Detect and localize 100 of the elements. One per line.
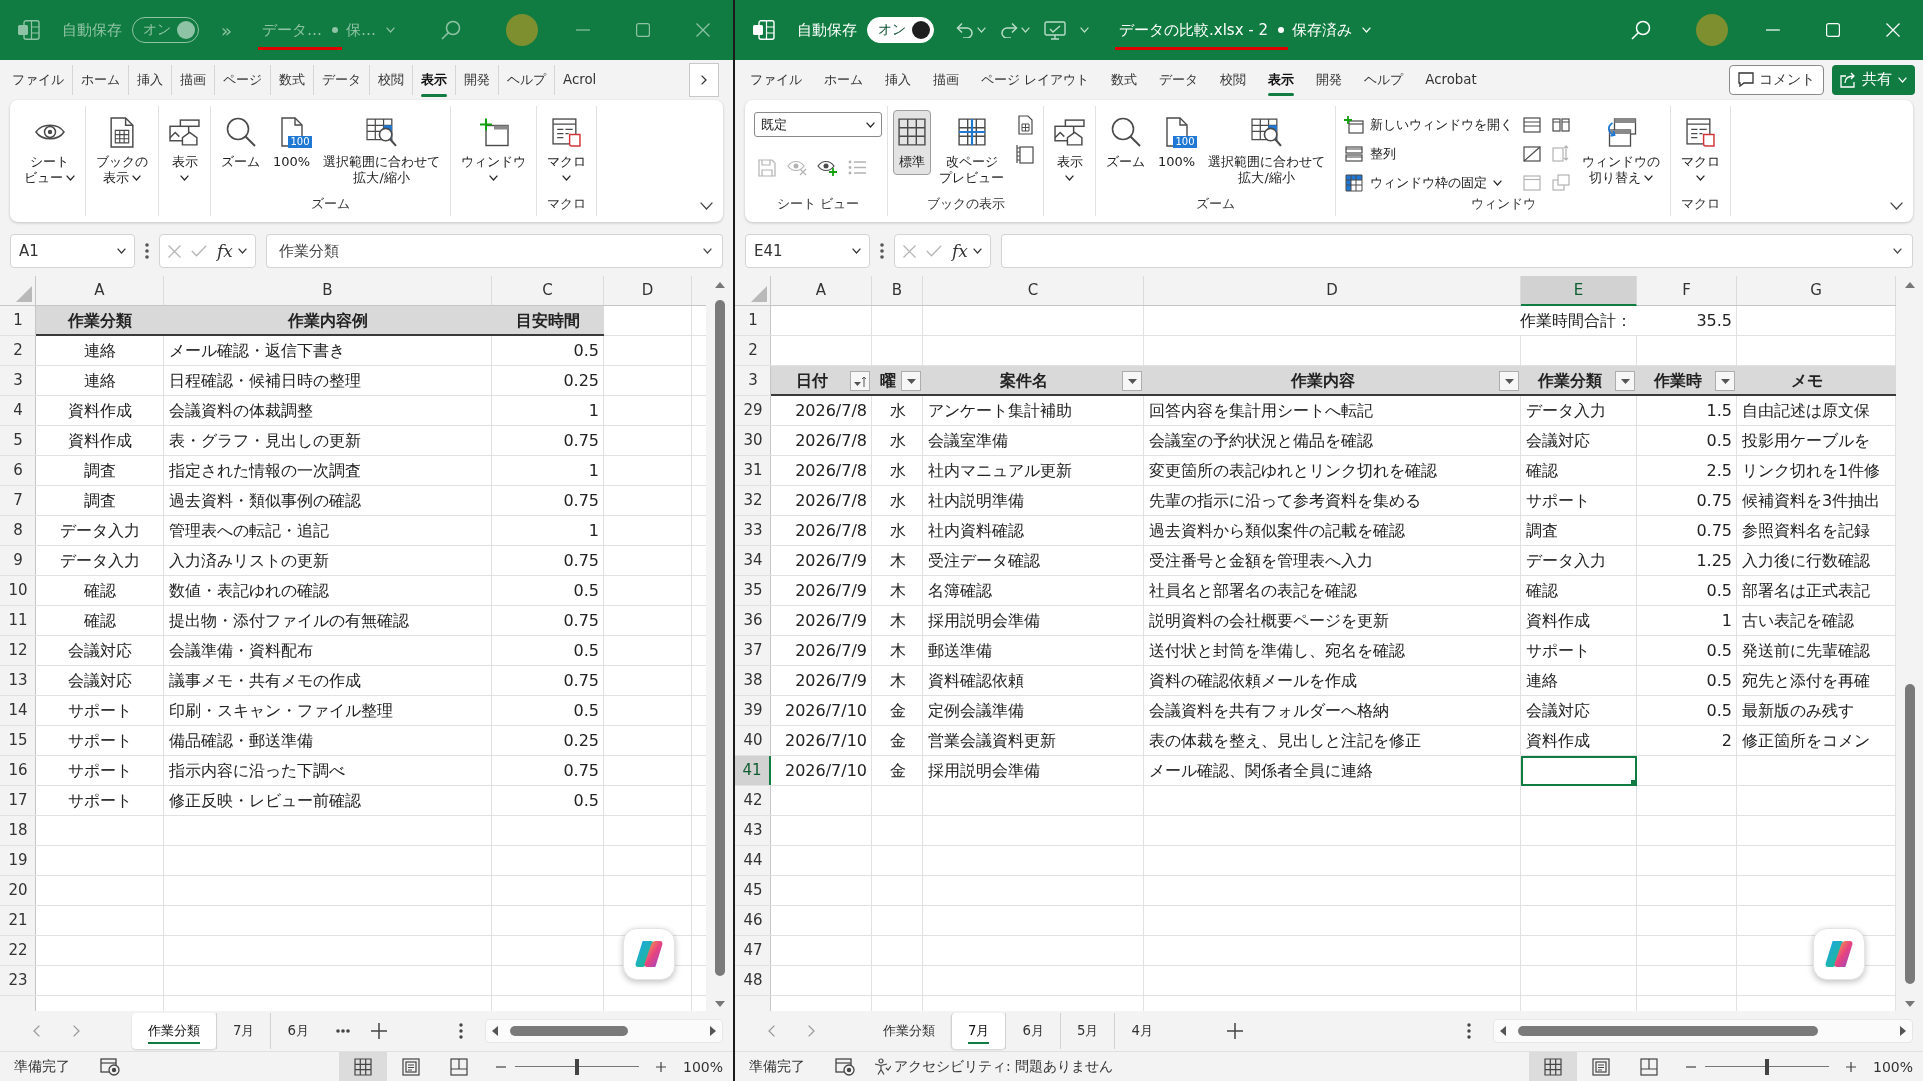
ribbon-button[interactable]: 標準 — [893, 110, 931, 175]
ribbon-button[interactable]: 改ページ プレビュー — [934, 110, 1009, 191]
column-header[interactable]: B — [872, 276, 923, 305]
filter-button[interactable] — [850, 371, 870, 391]
ribbon-tab[interactable]: 描画 — [922, 60, 970, 99]
row-header[interactable]: 5 — [0, 426, 36, 455]
ribbon-tab[interactable]: 挿入 — [874, 60, 922, 99]
scroll-left-arrow-icon[interactable] — [1500, 1026, 1506, 1036]
row-header[interactable]: 34 — [735, 546, 771, 575]
row-header[interactable]: 42 — [735, 786, 771, 815]
ribbon-button[interactable]: ズーム — [1101, 110, 1150, 175]
row-header[interactable]: 43 — [735, 816, 771, 845]
row-header[interactable]: 30 — [735, 426, 771, 455]
row-header[interactable]: 31 — [735, 456, 771, 485]
cancel-button[interactable] — [903, 244, 916, 258]
filter-button[interactable] — [1499, 371, 1519, 391]
row-header[interactable]: 21 — [0, 906, 36, 935]
row-header[interactable]: 20 — [0, 876, 36, 905]
row-header[interactable]: 17 — [0, 786, 36, 815]
ribbon-tab[interactable]: ファイル — [739, 60, 813, 99]
ribbon-button[interactable]: 表示 — [164, 110, 205, 186]
row-header[interactable]: 39 — [735, 696, 771, 725]
view-select[interactable]: 既定 — [754, 112, 882, 137]
comment-button[interactable]: コメント — [1729, 64, 1824, 95]
row-header[interactable]: 46 — [735, 906, 771, 935]
scroll-thumb[interactable] — [714, 300, 725, 976]
column-header[interactable]: B — [164, 276, 492, 305]
name-box[interactable]: E41 — [745, 234, 870, 268]
filter-button[interactable] — [901, 371, 921, 391]
row-header[interactable]: 19 — [0, 846, 36, 875]
scroll-right-arrow-icon[interactable] — [710, 1026, 716, 1036]
ribbon-tab[interactable]: 校閲 — [1209, 60, 1258, 99]
scroll-up-arrow-icon[interactable] — [1904, 282, 1915, 288]
row-header[interactable]: 1 — [735, 306, 771, 335]
row-header[interactable]: 32 — [735, 486, 771, 515]
ribbon-button[interactable]: 選択範囲に合わせて 拡大/縮小 — [318, 110, 446, 191]
row-header[interactable]: 14 — [0, 696, 36, 725]
insert-function-button[interactable]: fx — [952, 241, 982, 261]
ribbon-button[interactable]: ブックの 表示 — [91, 110, 153, 191]
row-header[interactable]: 45 — [735, 876, 771, 905]
ribbon-small-button[interactable]: 新しいウィンドウを開く — [1341, 112, 1517, 137]
filter-button[interactable] — [1615, 371, 1635, 391]
row-header[interactable]: 37 — [735, 636, 771, 665]
customize-toolbar-button[interactable] — [1080, 27, 1089, 33]
floating-assistant-button[interactable] — [623, 928, 675, 980]
ribbon-tab[interactable]: 表示 — [1257, 60, 1306, 99]
sheet-tab[interactable]: 6月 — [1005, 1013, 1060, 1049]
ribbon-tab[interactable]: データ — [1148, 60, 1210, 99]
view-button[interactable] — [1528, 1052, 1577, 1081]
column-header[interactable]: D — [604, 276, 692, 305]
ribbon-tab[interactable]: Acrobat — [1414, 60, 1488, 99]
share-button[interactable]: 共有 — [1832, 64, 1915, 95]
slider-thumb[interactable] — [1764, 1058, 1769, 1075]
filter-button[interactable] — [1715, 371, 1735, 391]
ribbon-tab[interactable]: ホーム — [813, 60, 874, 99]
collapse-ribbon-button[interactable] — [1890, 202, 1903, 210]
slider-thumb[interactable] — [574, 1058, 579, 1075]
scroll-right-arrow-icon[interactable] — [1900, 1026, 1906, 1036]
row-header[interactable]: 40 — [735, 726, 771, 755]
row-header[interactable]: 48 — [735, 966, 771, 995]
column-header[interactable]: E — [1521, 276, 1637, 306]
column-header[interactable]: C — [923, 276, 1144, 305]
horizontal-scrollbar[interactable] — [1493, 1019, 1913, 1043]
column-header[interactable]: A — [36, 276, 164, 305]
scroll-left-arrow-icon[interactable] — [492, 1026, 498, 1036]
toggle-switch[interactable]: オン — [867, 17, 934, 43]
ribbon-button[interactable]: 表示 — [1049, 110, 1090, 186]
row-header[interactable]: 11 — [0, 606, 36, 635]
touch-mode-button[interactable] — [1044, 20, 1066, 40]
row-header[interactable]: 13 — [0, 666, 36, 695]
row-header[interactable]: 7 — [0, 486, 36, 515]
accessibility-button[interactable]: アクセシビリティ: 問題ありません — [873, 1057, 1114, 1076]
ribbon-tab[interactable]: ページ レイアウト — [970, 60, 1101, 99]
scroll-down-arrow-icon[interactable] — [1904, 1001, 1915, 1007]
ribbon-button[interactable]: 100 100% — [268, 110, 316, 175]
row-header[interactable]: 22 — [0, 936, 36, 965]
row-header[interactable]: 12 — [0, 636, 36, 665]
row-header[interactable]: 1 — [0, 306, 36, 335]
ribbon-button[interactable]: シート ビュー — [19, 110, 80, 191]
row-header[interactable]: 29 — [735, 396, 771, 425]
ribbon-tab[interactable]: 開発 — [1305, 60, 1354, 99]
floating-assistant-button[interactable] — [1813, 928, 1865, 980]
ribbon-tab[interactable]: ヘルプ — [1353, 60, 1415, 99]
row-header[interactable]: 9 — [0, 546, 36, 575]
column-header[interactable]: F — [1637, 276, 1737, 305]
row-header[interactable]: 44 — [735, 846, 771, 875]
ribbon-small-button[interactable]: ウィンドウ枠の固定 — [1341, 170, 1517, 195]
ribbon-tab[interactable]: 数式 — [1100, 60, 1149, 99]
row-header[interactable]: 10 — [0, 576, 36, 605]
row-header[interactable]: 18 — [0, 816, 36, 845]
scroll-up-arrow-icon[interactable] — [714, 282, 725, 288]
row-header[interactable]: 15 — [0, 726, 36, 755]
macro-record-icon[interactable] — [835, 1057, 855, 1076]
ribbon-button[interactable]: 選択範囲に合わせて 拡大/縮小 — [1203, 110, 1331, 191]
ribbon-button[interactable]: ズーム — [216, 110, 265, 175]
row-header[interactable]: 6 — [0, 456, 36, 485]
row-header[interactable]: 2 — [735, 336, 771, 365]
active-cell[interactable] — [1521, 756, 1637, 786]
ribbon-button[interactable]: ウィンドウの 切り替え — [1577, 110, 1666, 191]
row-header[interactable]: 8 — [0, 516, 36, 545]
